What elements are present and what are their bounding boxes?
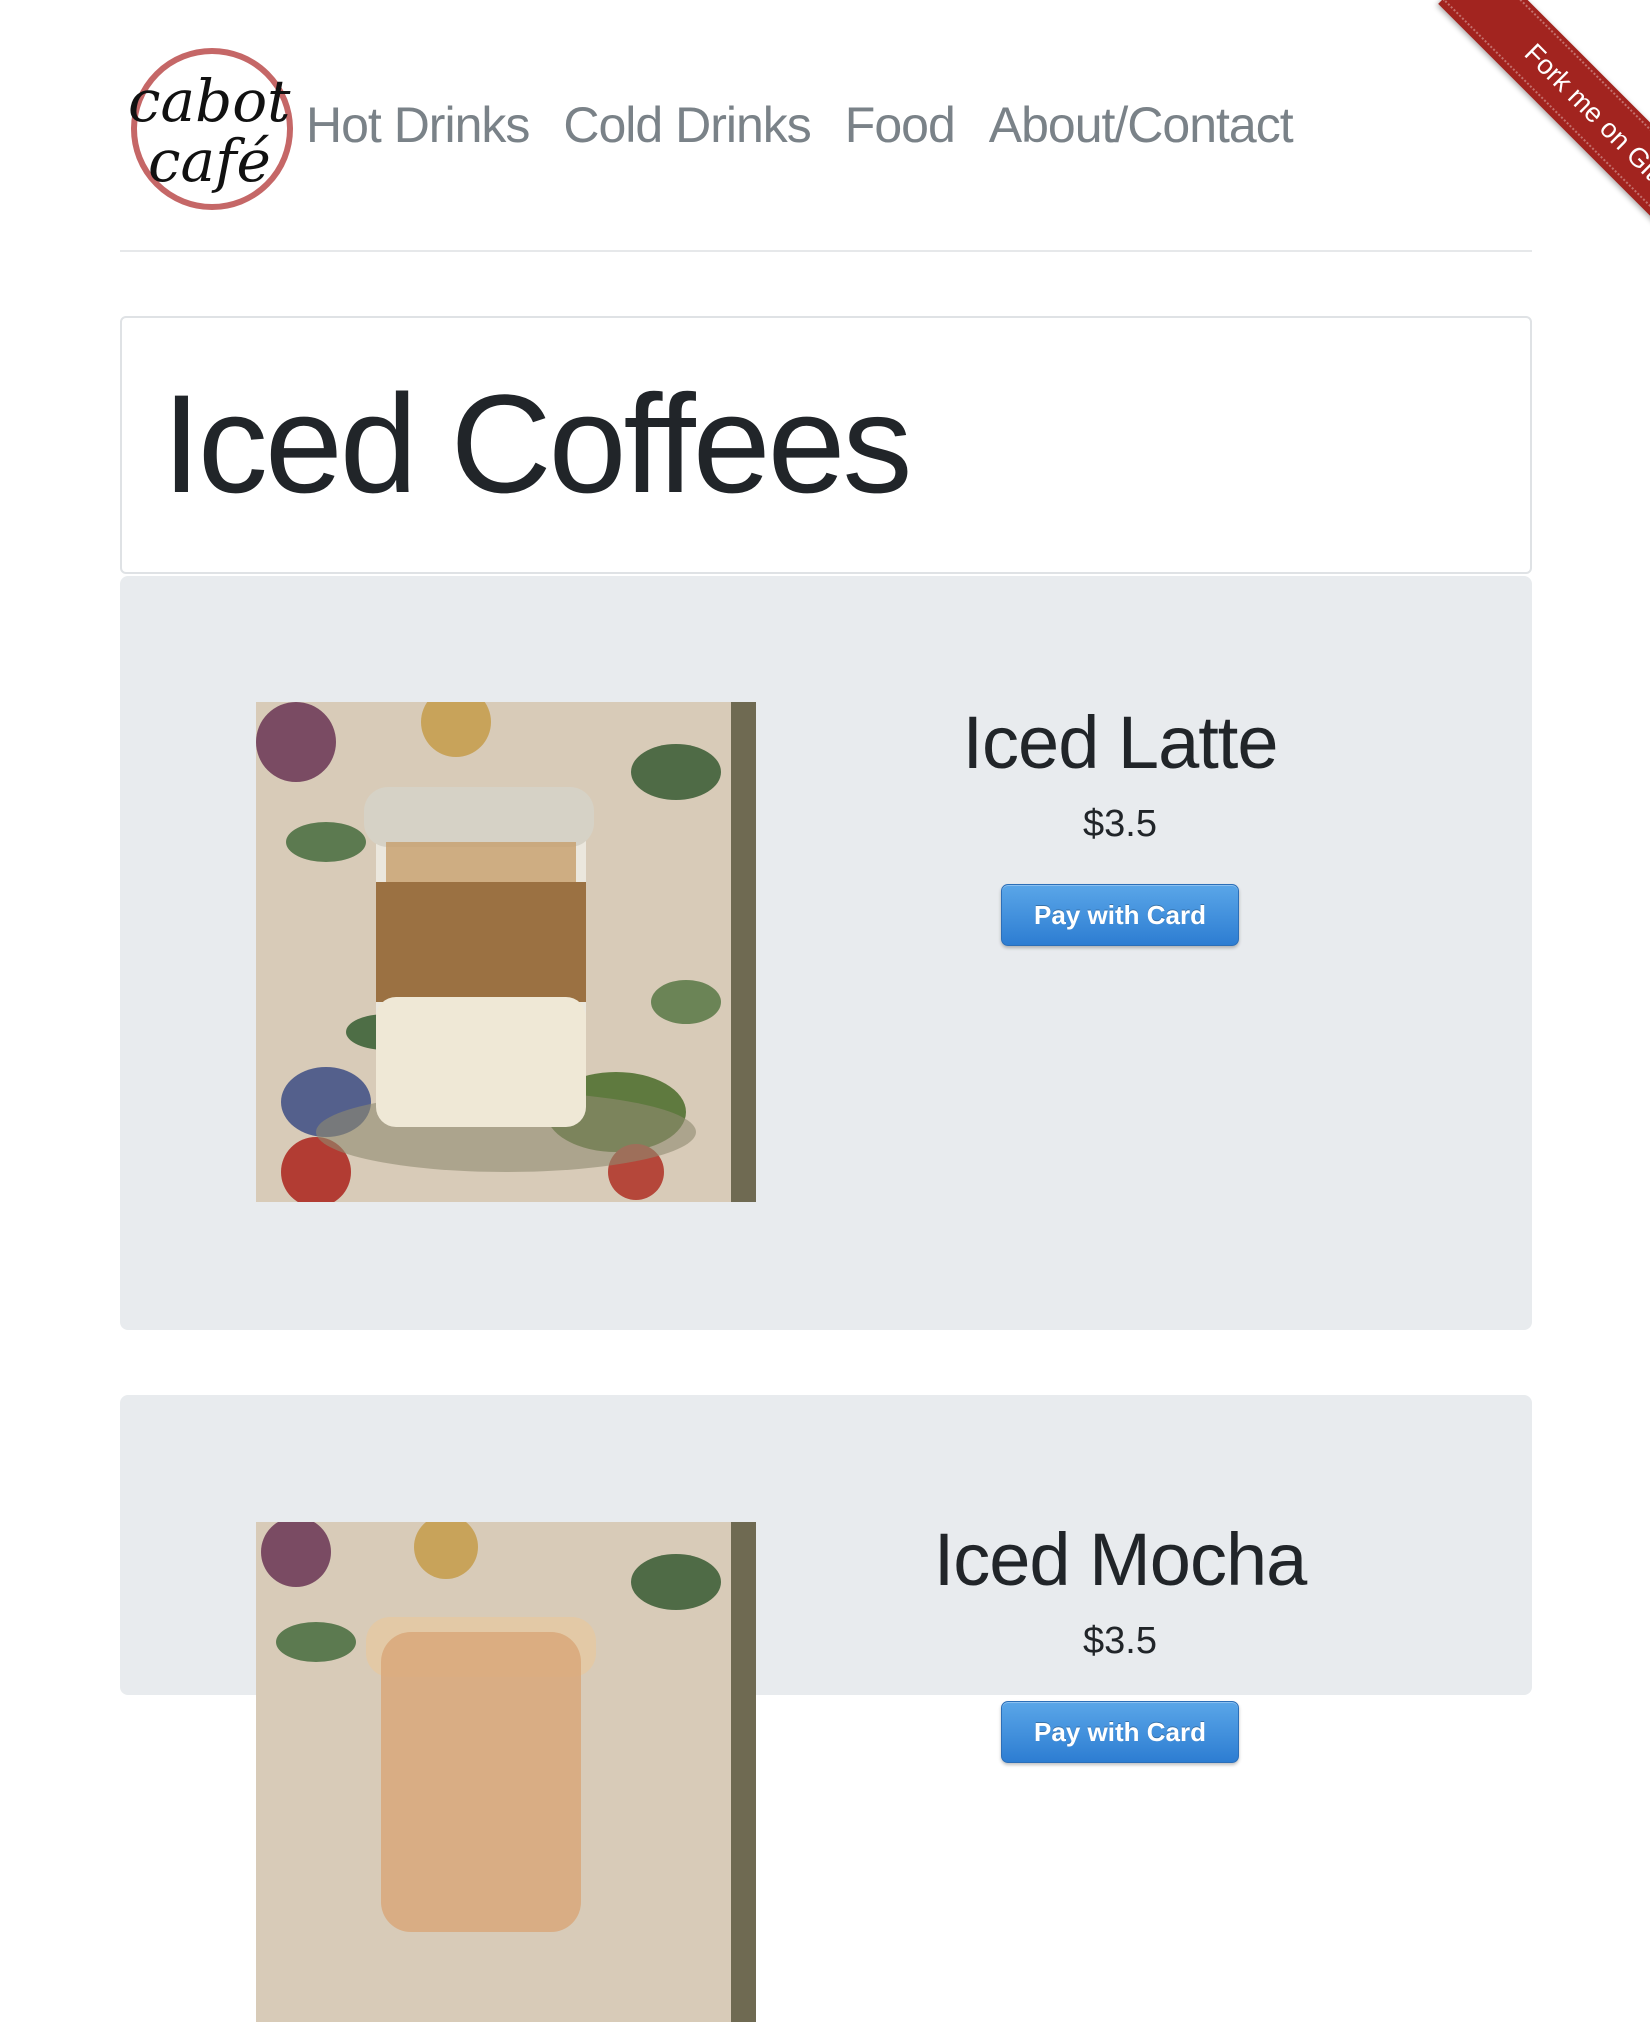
pay-with-card-button[interactable]: Pay with Card	[1001, 1701, 1239, 1764]
product-card: Iced Mocha $3.5 Pay with Card	[120, 1395, 1532, 2022]
product-name: Iced Mocha	[933, 1518, 1308, 1601]
logo-graphic: cabot café	[128, 48, 293, 210]
logo-text-line2: café	[148, 127, 271, 195]
product-price: $3.5	[1083, 1620, 1157, 1663]
github-ribbon-container: Fork me on GitHub	[1360, 0, 1650, 290]
nav-links: Hot Drinks Cold Drinks Food About/Contac…	[306, 40, 1327, 210]
nav-item-hot-drinks[interactable]: Hot Drinks	[306, 100, 530, 150]
cabot-cafe-logo[interactable]: cabot café	[120, 35, 300, 215]
nav-item-food[interactable]: Food	[845, 100, 956, 150]
product-info-iced-mocha: Iced Mocha $3.5 Pay with Card	[820, 1518, 1420, 1764]
logo-text-line1: cabot	[128, 67, 291, 135]
page-title: Iced Coffees	[162, 365, 912, 522]
product-image-iced-mocha	[256, 1522, 756, 2022]
nav-item-about-contact[interactable]: About/Contact	[989, 100, 1294, 150]
product-price: $3.5	[1083, 803, 1157, 846]
product-info-iced-latte: Iced Latte $3.5 Pay with Card	[820, 701, 1420, 947]
nav-divider	[120, 250, 1532, 252]
product-image-iced-latte	[256, 702, 756, 1202]
navbar: cabot café Hot Drinks Cold Drinks Food A…	[120, 40, 1532, 210]
product-card: Iced Latte $3.5 Pay with Card	[120, 576, 1532, 1330]
pay-with-card-button[interactable]: Pay with Card	[1001, 884, 1239, 947]
nav-item-cold-drinks[interactable]: Cold Drinks	[563, 100, 811, 150]
page-title-card: Iced Coffees	[120, 316, 1532, 574]
product-name: Iced Latte	[962, 701, 1278, 784]
fork-on-github-ribbon[interactable]: Fork me on GitHub	[1438, 0, 1650, 290]
